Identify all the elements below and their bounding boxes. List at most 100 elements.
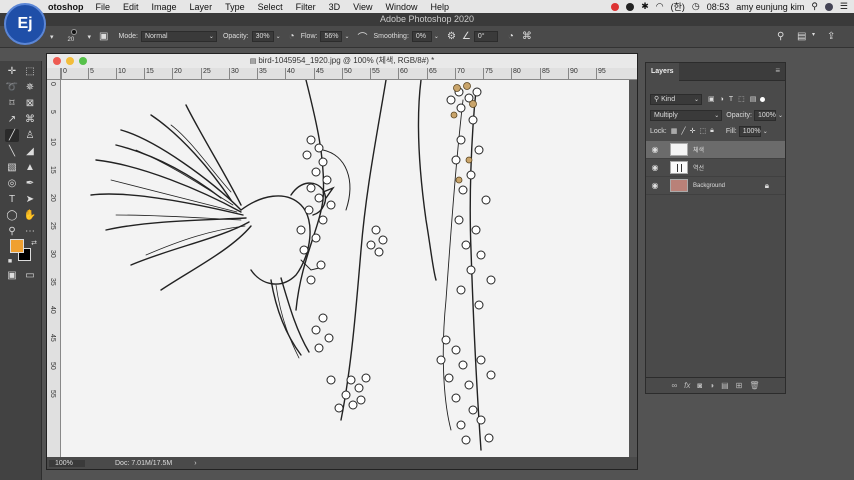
menu-filter[interactable]: Filter xyxy=(296,2,316,12)
blur-tool-icon[interactable]: ▲ xyxy=(23,161,37,174)
type-tool-icon[interactable]: T xyxy=(5,193,19,206)
siri-icon[interactable] xyxy=(824,2,833,11)
type-filter-icon[interactable]: T xyxy=(729,96,733,103)
brush-picker-caret[interactable]: ▾ xyxy=(88,33,92,41)
layer-row[interactable]: ◉ Background 🔒︎ xyxy=(646,177,785,195)
pressure-opacity-icon[interactable]: ◔ xyxy=(289,31,295,42)
lock-artboard-icon[interactable]: ⬚ xyxy=(699,127,706,135)
lock-transparent-icon[interactable]: ▦ xyxy=(671,127,678,135)
close-icon[interactable] xyxy=(53,57,61,65)
path-selection-tool-icon[interactable]: ➤ xyxy=(23,193,37,206)
flow-caret[interactable]: ⌄ xyxy=(344,33,349,40)
quick-mask-icon[interactable]: ▣ xyxy=(5,269,19,282)
ruler-origin[interactable] xyxy=(47,68,61,80)
menu-select[interactable]: Select xyxy=(258,2,283,12)
magic-wand-tool-icon[interactable]: ✵ xyxy=(23,81,37,94)
delete-layer-icon[interactable]: 🗑︎ xyxy=(749,381,759,390)
pressure-size-icon[interactable]: ◔ xyxy=(508,31,514,42)
lock-position-icon[interactable]: ✛ xyxy=(690,127,696,135)
eye-icon[interactable]: ◉ xyxy=(648,145,662,154)
new-group-icon[interactable]: ▤ xyxy=(721,381,729,390)
input-language[interactable]: (한) xyxy=(671,0,685,13)
healing-brush-tool-icon[interactable]: ⌘ xyxy=(23,113,37,126)
smoothing-field[interactable]: 0% xyxy=(411,31,432,42)
menu-view[interactable]: View xyxy=(353,2,372,12)
layer-kind-filter[interactable]: ⚲ Kind ⌄ xyxy=(650,93,702,105)
layer-opacity-field[interactable]: 100% xyxy=(753,109,776,121)
menu-edit[interactable]: Edit xyxy=(123,2,139,12)
app-menu[interactable]: otoshop xyxy=(48,2,84,12)
dodge-tool-icon[interactable]: ◎ xyxy=(5,177,19,190)
menu-image[interactable]: Image xyxy=(152,2,177,12)
brush-tool-icon[interactable]: ╱ xyxy=(5,129,19,142)
bluetooth-icon[interactable]: ✱ xyxy=(641,1,649,12)
add-mask-icon[interactable]: ◙ xyxy=(697,381,702,390)
default-colors-icon[interactable]: ■ xyxy=(3,255,17,268)
smart-object-filter-icon[interactable]: ▤ xyxy=(750,95,757,103)
shape-filter-icon[interactable]: ⬚ xyxy=(738,95,745,103)
ellipse-tool-icon[interactable]: ◯ xyxy=(5,209,19,222)
menu-3d[interactable]: 3D xyxy=(329,2,341,12)
clone-stamp-tool-icon[interactable]: ♙ xyxy=(23,129,37,142)
gradient-tool-icon[interactable]: ▧ xyxy=(5,161,19,174)
control-center-icon[interactable]: ☰ xyxy=(840,1,848,12)
opacity-caret[interactable]: ⌄ xyxy=(276,33,281,40)
zoom-level-field[interactable]: 100% xyxy=(49,459,85,467)
menu-window[interactable]: Window xyxy=(385,2,417,12)
swap-colors-icon[interactable]: ⇄ xyxy=(27,237,41,250)
smoothing-caret[interactable]: ⌄ xyxy=(434,33,439,40)
pixel-filter-icon[interactable]: ▣ xyxy=(708,95,715,103)
layer-name[interactable]: Background xyxy=(693,183,725,189)
eye-icon[interactable]: ◉ xyxy=(648,163,662,172)
layer-row[interactable]: ◉ 역선 xyxy=(646,159,785,177)
tab-layers[interactable]: Layers xyxy=(646,63,679,81)
menu-file[interactable]: File xyxy=(96,2,111,12)
layer-row[interactable]: ◉ 체색 xyxy=(646,141,785,159)
horizontal-ruler[interactable]: 0 5 10 15 20 25 30 35 40 45 50 55 60 65 … xyxy=(61,68,637,80)
pen-tool-icon[interactable]: ✒ xyxy=(23,177,37,190)
brush-settings-icon[interactable]: ▣ xyxy=(99,31,108,42)
brush-preset-picker[interactable]: 20 xyxy=(68,27,82,47)
eye-icon[interactable]: ◉ xyxy=(648,181,662,190)
zoom-tool-icon[interactable]: ⚲ xyxy=(5,225,19,238)
screen-mode-icon[interactable]: ▤ xyxy=(797,31,806,42)
eraser-tool-icon[interactable]: ◢ xyxy=(23,145,37,158)
screen-mode-caret[interactable]: ▾ xyxy=(812,31,815,38)
symmetry-icon[interactable]: ⌘ xyxy=(522,31,532,42)
smoothing-settings-icon[interactable]: ⚙ xyxy=(447,31,456,42)
panel-menu-icon[interactable]: ≡ xyxy=(775,66,780,75)
status-info-menu[interactable]: › xyxy=(194,460,196,467)
frame-tool-icon[interactable]: ⊠ xyxy=(23,97,37,110)
new-layer-icon[interactable]: ⊞ xyxy=(736,381,743,390)
link-layers-icon[interactable]: ∞ xyxy=(671,381,677,390)
blend-mode-select[interactable]: Multiply ⌄ xyxy=(650,109,723,121)
filter-toggle-icon[interactable] xyxy=(760,96,766,102)
search-icon[interactable]: ⚲ xyxy=(811,1,818,12)
share-icon[interactable]: ⇪ xyxy=(827,31,835,42)
layer-name[interactable]: 역선 xyxy=(693,163,704,172)
lock-image-icon[interactable]: ╱ xyxy=(681,127,685,135)
eyedropper-tool-icon[interactable]: ↗ xyxy=(5,113,19,126)
move-tool-icon[interactable]: ✛ xyxy=(5,65,19,78)
vertical-scrollbar[interactable] xyxy=(629,80,637,457)
fx-icon[interactable]: fx xyxy=(684,381,690,390)
menubar-user[interactable]: amy eunjung kim xyxy=(736,2,804,12)
flow-field[interactable]: 56% xyxy=(320,31,343,42)
fill-field[interactable]: 100% xyxy=(738,125,761,137)
lock-all-icon[interactable]: 🔒︎ xyxy=(710,127,714,135)
hand-tool-icon[interactable]: ✋ xyxy=(23,209,37,222)
mode-select[interactable]: Normal ⌄ xyxy=(140,31,217,42)
tool-preset-caret[interactable]: ▾ xyxy=(50,33,54,41)
adjustment-filter-icon[interactable]: ◑ xyxy=(720,96,724,103)
record-icon[interactable] xyxy=(611,2,620,11)
adjustment-layer-icon[interactable]: ◑ xyxy=(709,381,714,390)
fill-caret[interactable]: ⌄ xyxy=(763,128,768,135)
menubar-time[interactable]: 08:53 xyxy=(707,2,730,12)
vertical-ruler[interactable]: 0 5 10 15 20 25 30 35 40 45 50 55 xyxy=(47,80,61,457)
crop-tool-icon[interactable]: ⌑ xyxy=(5,97,19,110)
lasso-tool-icon[interactable]: ➰ xyxy=(5,81,19,94)
menu-type[interactable]: Type xyxy=(225,2,245,12)
foreground-color-swatch[interactable] xyxy=(10,239,24,253)
zoom-window-icon[interactable] xyxy=(79,57,87,65)
image-canvas[interactable] xyxy=(61,80,629,457)
